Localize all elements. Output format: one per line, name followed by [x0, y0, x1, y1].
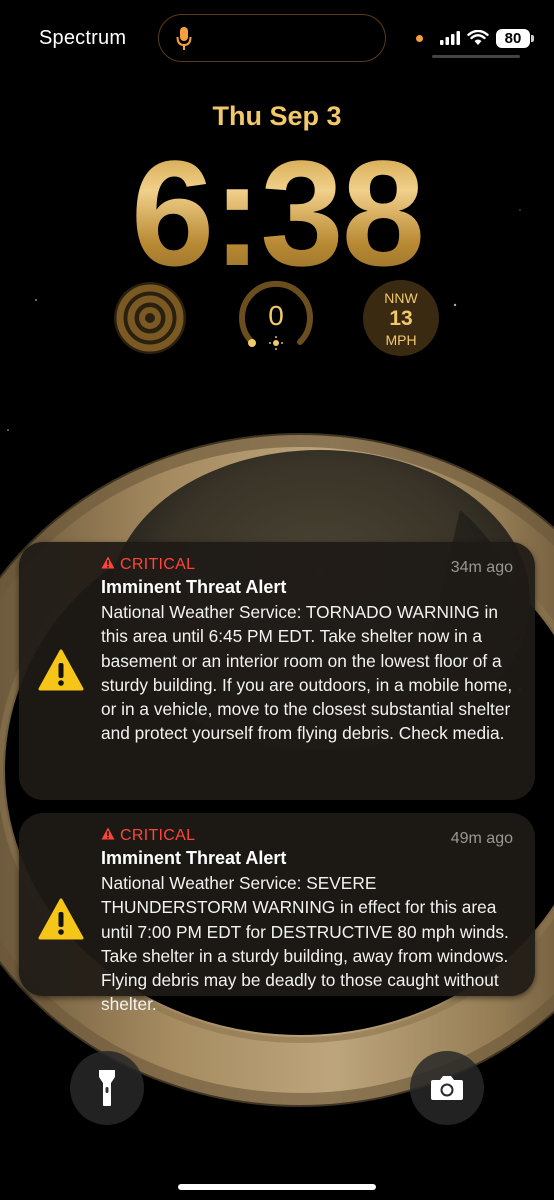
notification-card[interactable]: CRITICAL 49m ago Imminent Threat Alert N…: [19, 813, 535, 1014]
notification-body: National Weather Service: TORNADO WARNIN…: [101, 602, 513, 744]
cellular-signal-icon: [440, 31, 460, 45]
critical-label: CRITICAL: [120, 556, 196, 573]
critical-warning-icon: [101, 827, 115, 845]
notification-time: 49m ago: [450, 830, 513, 847]
carrier-name: Spectrum: [39, 27, 127, 49]
status-icons: 80: [416, 26, 534, 50]
critical-badge: CRITICAL: [101, 556, 195, 574]
concentric-rings-icon: [114, 282, 186, 354]
flashlight-icon: [99, 1070, 115, 1106]
rings-widget[interactable]: [112, 280, 188, 356]
battery-icon: 80: [496, 28, 534, 48]
uv-index-widget[interactable]: 0: [238, 280, 314, 356]
critical-badge: CRITICAL: [101, 827, 195, 845]
camera-icon: [431, 1076, 463, 1100]
lock-time: 6:38: [0, 138, 554, 288]
wind-speed: 13: [389, 307, 413, 330]
sun-icon: [269, 336, 283, 350]
wind-unit: MPH: [385, 332, 417, 348]
lock-date: Thu Sep 3: [212, 101, 342, 131]
notification-time: 34m ago: [450, 559, 513, 576]
uv-index-value: 0: [268, 300, 284, 331]
critical-warning-icon: [101, 556, 115, 574]
privacy-indicator-dot: [416, 34, 423, 42]
critical-label: CRITICAL: [120, 827, 196, 844]
notification-title: Imminent Threat Alert: [101, 848, 287, 868]
warning-icon: [38, 898, 84, 940]
microphone-icon: [176, 27, 192, 50]
status-underline: [432, 55, 520, 58]
wind-direction: NNW: [384, 290, 418, 306]
battery-level: 80: [496, 28, 530, 48]
wind-widget[interactable]: NNW 13 MPH: [363, 280, 439, 356]
warning-icon: [38, 649, 84, 691]
notification-card[interactable]: CRITICAL 34m ago Imminent Threat Alert N…: [19, 542, 535, 800]
flashlight-button[interactable]: [70, 1051, 144, 1125]
dynamic-island[interactable]: [158, 14, 386, 62]
notification-body: National Weather Service: SEVERE THUNDER…: [101, 873, 509, 1015]
home-indicator[interactable]: [178, 1184, 376, 1190]
notification-title: Imminent Threat Alert: [101, 577, 287, 597]
wifi-icon: [467, 30, 489, 45]
camera-button[interactable]: [410, 1051, 484, 1125]
